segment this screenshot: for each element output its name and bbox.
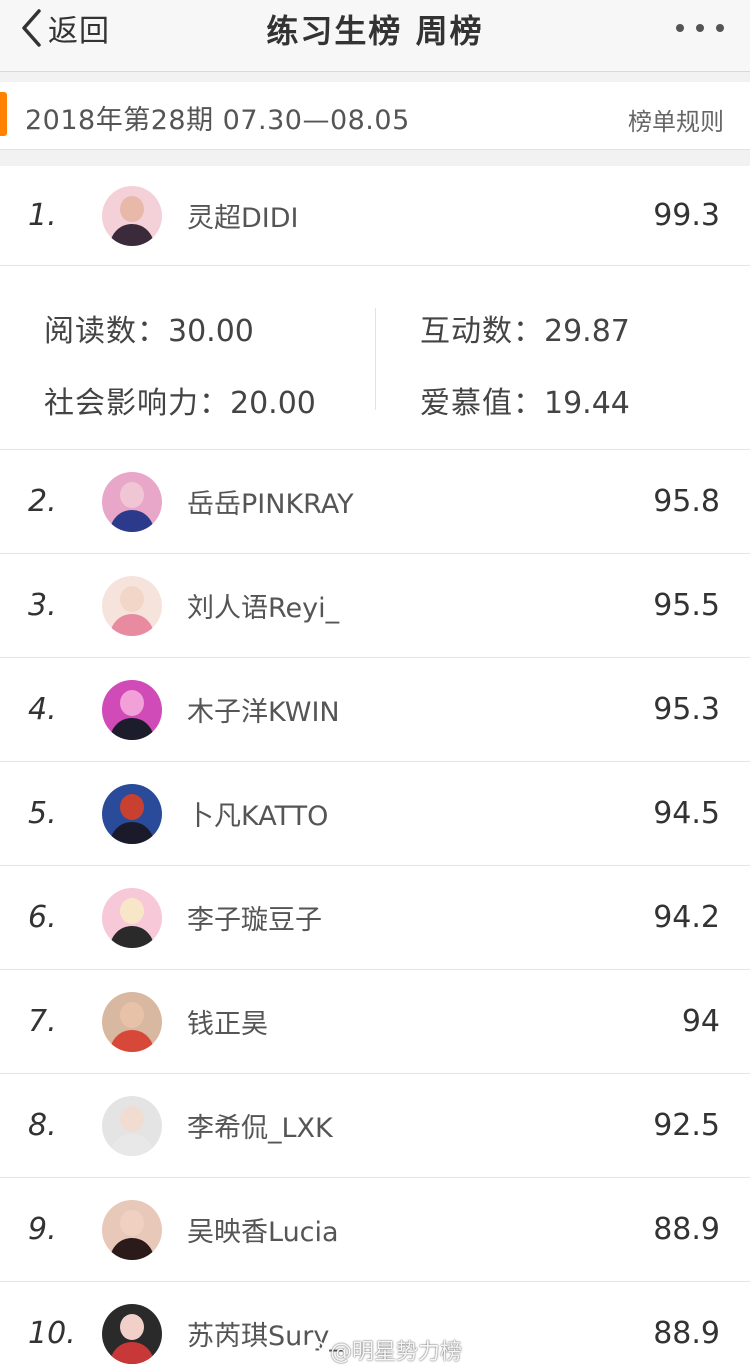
trainee-score: 94.5 (653, 796, 720, 831)
trainee-name: 木子洋KWIN (187, 697, 340, 728)
rank-number: 5. (28, 796, 57, 831)
avatar[interactable] (102, 1200, 162, 1260)
trainee-score: 94.2 (653, 900, 720, 935)
avatar[interactable] (102, 576, 162, 636)
dot-icon (716, 24, 724, 32)
rank-number: 10. (28, 1316, 76, 1351)
social-influence-value: 20.00 (230, 386, 316, 421)
period-accent-marker (0, 92, 7, 136)
avatar[interactable] (102, 186, 162, 246)
avatar[interactable] (102, 472, 162, 532)
avatar[interactable] (102, 680, 162, 740)
section-gap (0, 72, 750, 82)
period-label: 2018年第28期 07.30—08.05 (25, 105, 410, 136)
section-gap (0, 150, 750, 166)
trainee-score: 95.5 (653, 588, 720, 623)
ranking-row[interactable]: 8. 李希侃_LXK 92.5 (0, 1074, 750, 1178)
weibo-watermark: @明星势力榜 (300, 1334, 462, 1366)
love-label: 爱慕值： (420, 386, 544, 421)
rank-number: 6. (28, 900, 57, 935)
trainee-name: 李子璇豆子 (187, 905, 322, 936)
ranking-row[interactable]: 7. 钱正昊 94 (0, 970, 750, 1074)
ranking-row[interactable]: 4. 木子洋KWIN 95.3 (0, 658, 750, 762)
ranking-row[interactable]: 1. 灵超DIDI 99.3 (0, 166, 750, 266)
rank-number: 3. (28, 588, 57, 623)
rank-number: 9. (28, 1212, 57, 1247)
trainee-score: 92.5 (653, 1108, 720, 1143)
dot-icon (676, 24, 684, 32)
rank-number: 8. (28, 1108, 57, 1143)
ranking-rules-link[interactable]: 榜单规则 (628, 102, 724, 137)
ranking-row[interactable]: 2. 岳岳PINKRAY 95.8 (0, 450, 750, 554)
avatar[interactable] (102, 888, 162, 948)
ranking-row[interactable]: 3. 刘人语Reyi_ 95.5 (0, 554, 750, 658)
avatar[interactable] (102, 1304, 162, 1364)
score-breakdown-panel: 阅读数：30.00 互动数：29.87 社会影响力：20.00 爱慕值：19.4… (0, 266, 750, 450)
more-options-icon[interactable] (676, 18, 724, 38)
love-value: 19.44 (544, 386, 630, 421)
avatar[interactable] (102, 1096, 162, 1156)
interactions-value: 29.87 (544, 314, 630, 349)
trainee-score: 95.3 (653, 692, 720, 727)
reads-metric: 阅读数：30.00 (44, 306, 254, 350)
ranking-row[interactable]: 6. 李子璇豆子 94.2 (0, 866, 750, 970)
trainee-name: 刘人语Reyi_ (187, 593, 340, 624)
social-influence-label: 社会影响力： (44, 386, 230, 421)
nav-bar: 返回 练习生榜 周榜 (0, 0, 750, 72)
rank-number: 4. (28, 692, 57, 727)
reads-value: 30.00 (168, 314, 254, 349)
trainee-name: 吴映香Lucia (187, 1217, 339, 1248)
trainee-score: 88.9 (653, 1316, 720, 1351)
page-title: 练习生榜 周榜 (266, 12, 484, 50)
trainee-name: 灵超DIDI (187, 203, 299, 234)
rank-number: 7. (28, 1004, 57, 1039)
trainee-name: 钱正昊 (187, 1009, 268, 1040)
avatar[interactable] (102, 992, 162, 1052)
trainee-name: 卜凡KATTO (187, 801, 329, 832)
interactions-metric: 互动数：29.87 (420, 306, 630, 350)
trainee-score: 88.9 (653, 1212, 720, 1247)
love-metric: 爱慕值：19.44 (420, 378, 630, 422)
weibo-logo-icon (300, 1341, 325, 1360)
period-bar: 2018年第28期 07.30—08.05 榜单规则 (0, 82, 750, 150)
watermark-text: @明星势力榜 (330, 1340, 463, 1365)
social-influence-metric: 社会影响力：20.00 (44, 378, 316, 422)
reads-label: 阅读数： (44, 314, 168, 349)
ranking-row[interactable]: 5. 卜凡KATTO 94.5 (0, 762, 750, 866)
interactions-label: 互动数： (420, 314, 544, 349)
trainee-score: 94 (681, 1004, 720, 1039)
trainee-score: 95.8 (653, 484, 720, 519)
avatar[interactable] (102, 784, 162, 844)
rank-number: 1. (28, 198, 57, 233)
ranking-row[interactable]: 9. 吴映香Lucia 88.9 (0, 1178, 750, 1282)
rank-number: 2. (28, 484, 57, 519)
trainee-name: 李希侃_LXK (187, 1113, 333, 1144)
dot-icon (696, 24, 704, 32)
detail-divider (375, 308, 376, 410)
trainee-score: 99.3 (653, 198, 720, 233)
trainee-name: 岳岳PINKRAY (187, 489, 354, 520)
